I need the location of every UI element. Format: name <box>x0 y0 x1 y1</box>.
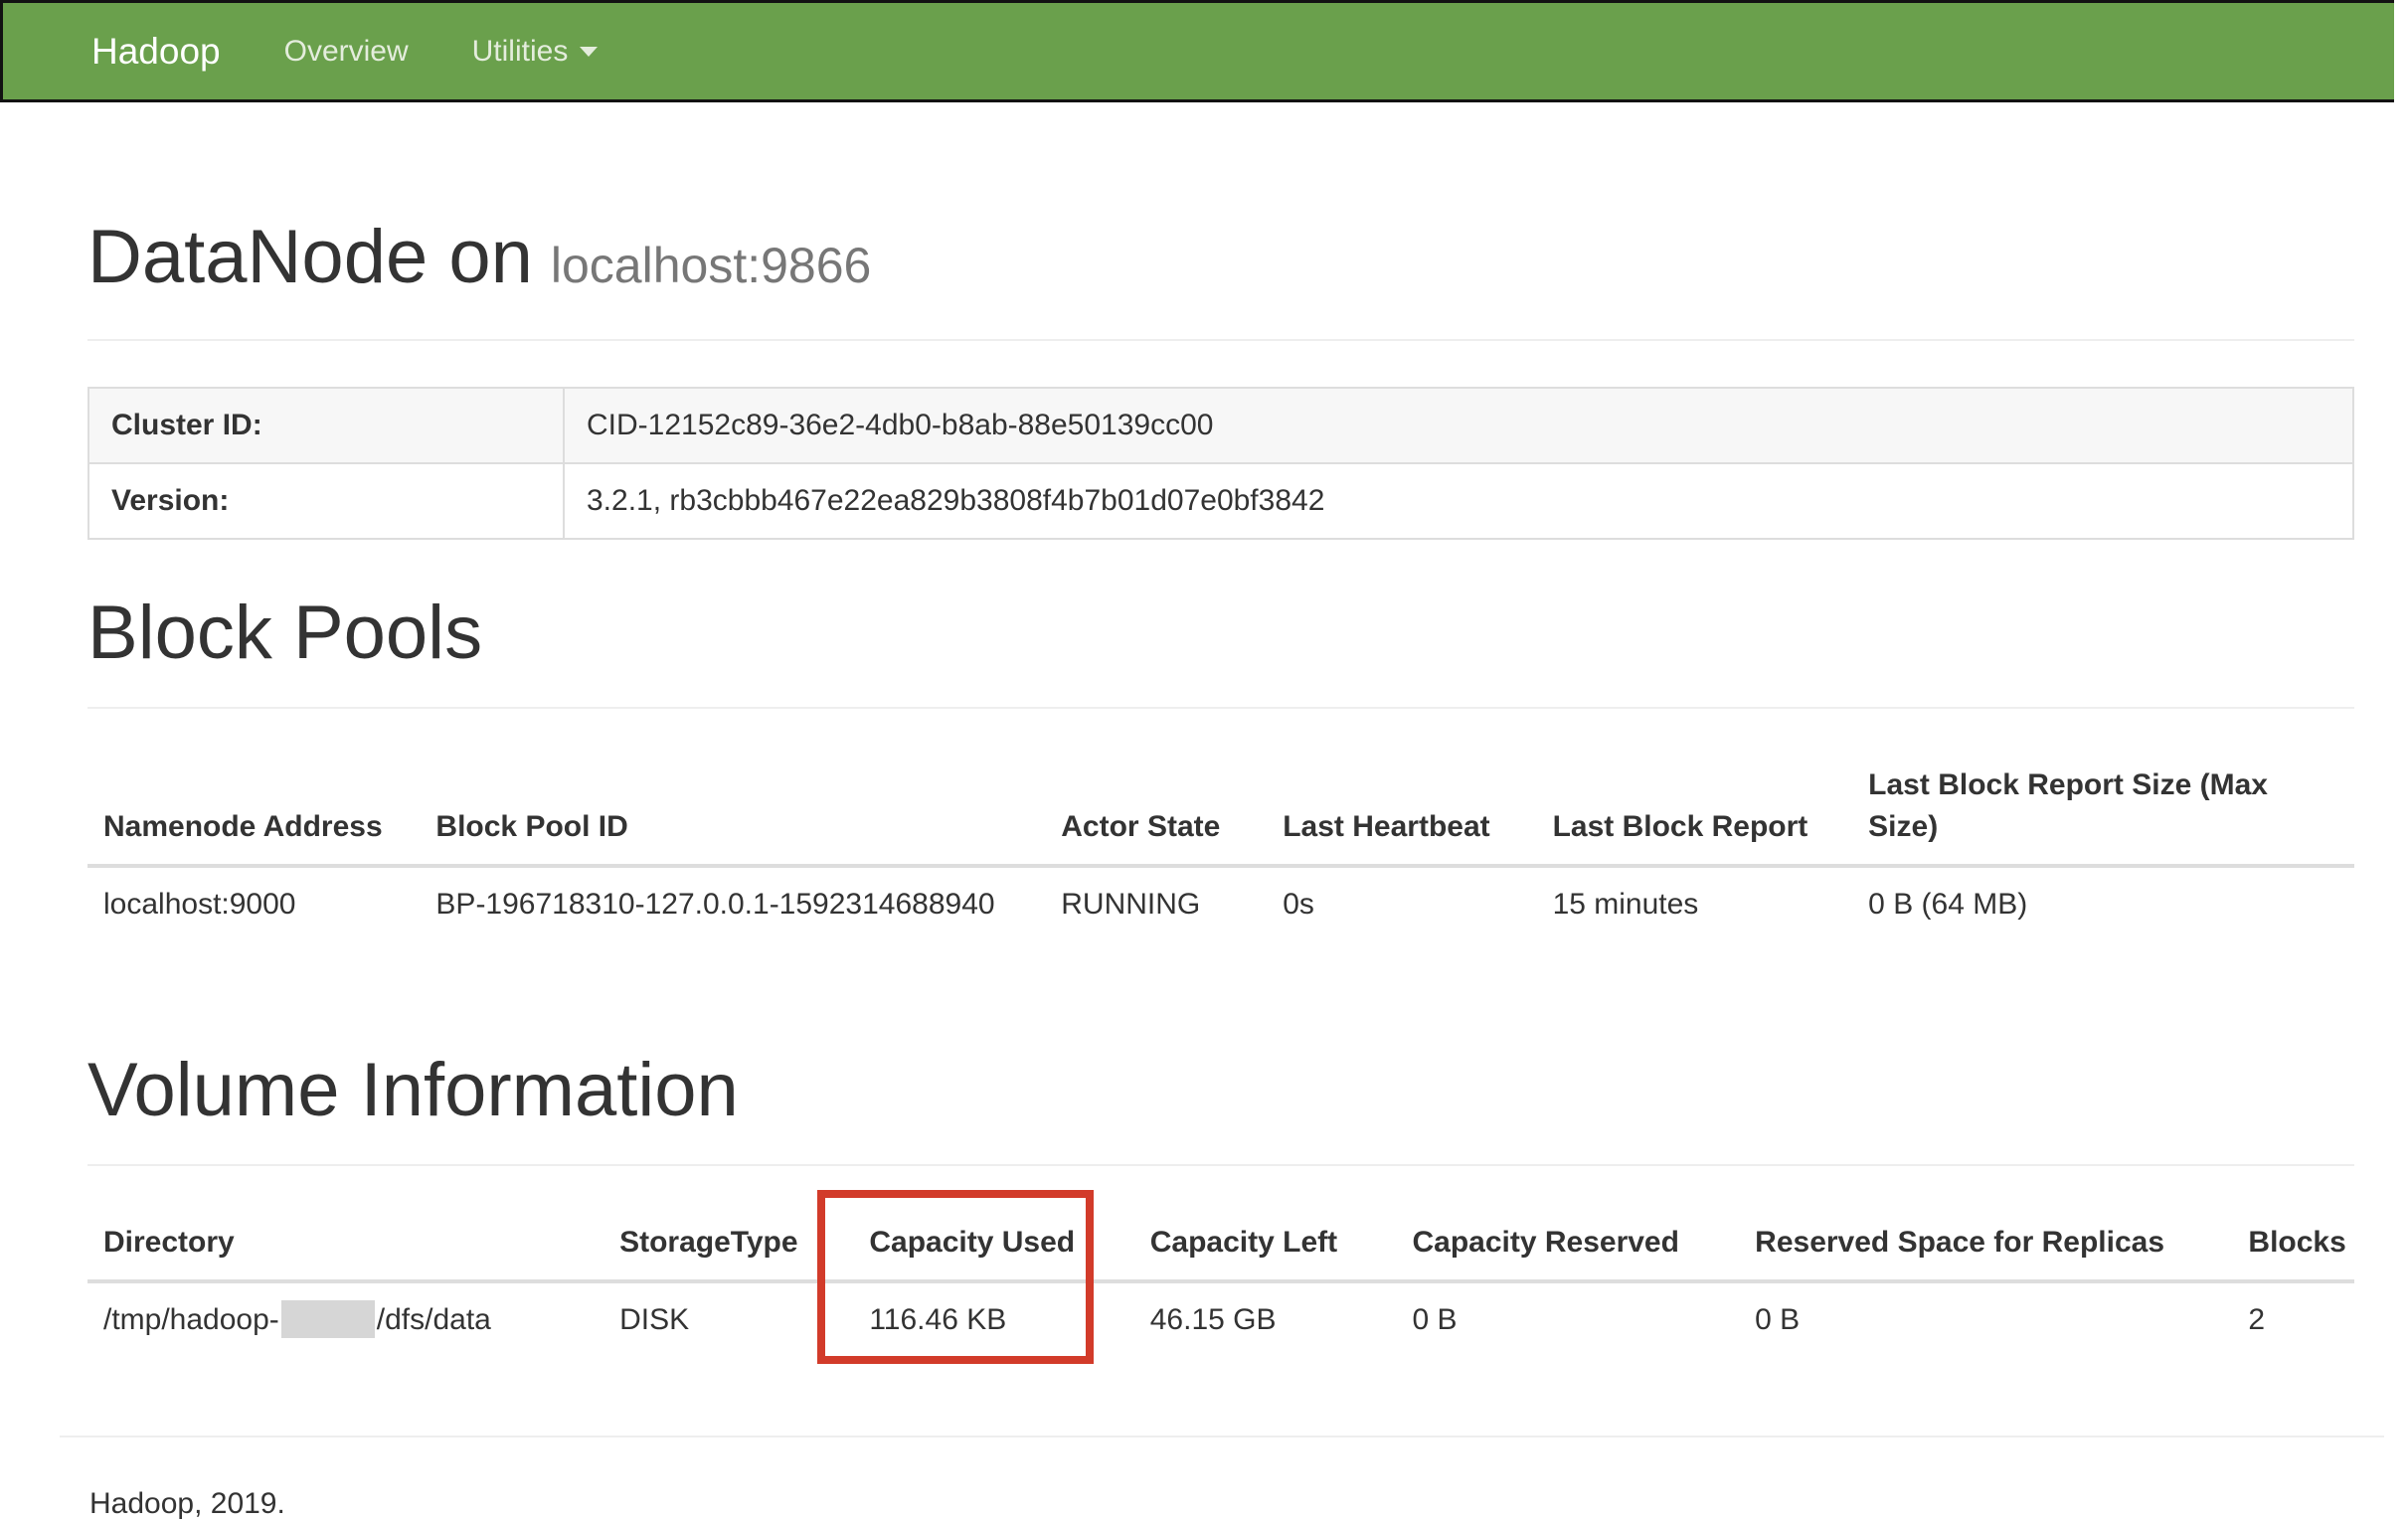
col-last-heartbeat: Last Heartbeat <box>1267 749 1536 866</box>
redaction-box <box>281 1300 375 1338</box>
cell-actor-state: RUNNING <box>1045 866 1267 941</box>
footer-divider <box>60 1436 2384 1437</box>
table-row: /tmp/hadoop- /dfs/data DISK 116.46 KB 46.… <box>87 1281 2354 1358</box>
cell-last-heartbeat: 0s <box>1267 866 1536 941</box>
cell-storage-type: DISK <box>603 1281 853 1358</box>
nav-item-overview[interactable]: Overview <box>284 35 409 69</box>
cell-block-pool-id: BP-196718310-127.0.0.1-1592314688940 <box>420 866 1045 941</box>
table-header-row: Namenode Address Block Pool ID Actor Sta… <box>87 749 2354 866</box>
page-title-text: DataNode on <box>87 215 533 299</box>
table-row: Cluster ID: CID-12152c89-36e2-4db0-b8ab-… <box>88 388 2353 463</box>
volume-information-heading: Volume Information <box>87 1051 2354 1130</box>
page-content: DataNode on localhost:9866 Cluster ID: CI… <box>0 218 2408 1521</box>
page-title: DataNode on localhost:9866 <box>87 218 2354 305</box>
version-label: Version: <box>88 463 564 539</box>
table-row: localhost:9000 BP-196718310-127.0.0.1-15… <box>87 866 2354 941</box>
col-reserved-space-for-replicas: Reserved Space for Replicas <box>1739 1206 2232 1281</box>
block-pools-heading: Block Pools <box>87 593 2354 673</box>
navbar-brand-hadoop[interactable]: Hadoop <box>91 31 221 73</box>
col-block-pool-id: Block Pool ID <box>420 749 1045 866</box>
footer-text: Hadoop, 2019. <box>89 1487 2354 1521</box>
datanode-page-header: DataNode on localhost:9866 <box>87 218 2354 341</box>
nav-item-utilities-label: Utilities <box>472 35 569 69</box>
nav-item-utilities-dropdown[interactable]: Utilities <box>472 35 599 69</box>
cell-capacity-reserved: 0 B <box>1396 1281 1739 1358</box>
top-navbar: Hadoop Overview Utilities <box>0 0 2394 102</box>
cell-capacity-used: 116.46 KB <box>853 1281 1133 1358</box>
cluster-id-label: Cluster ID: <box>88 388 564 463</box>
block-pools-header: Block Pools <box>87 593 2354 709</box>
page-title-host: localhost:9866 <box>551 238 871 293</box>
version-value: 3.2.1, rb3cbbb467e22ea829b3808f4b7b01d07… <box>564 463 2353 539</box>
block-pools-table: Namenode Address Block Pool ID Actor Sta… <box>87 749 2354 941</box>
directory-prefix: /tmp/hadoop- <box>103 1303 279 1336</box>
col-capacity-left: Capacity Left <box>1134 1206 1397 1281</box>
cell-reserved-space-for-replicas: 0 B <box>1739 1281 2232 1358</box>
volume-table-wrap: Directory StorageType Capacity Used Capa… <box>87 1206 2354 1358</box>
col-namenode-address: Namenode Address <box>87 749 420 866</box>
col-capacity-used: Capacity Used <box>853 1206 1133 1281</box>
volume-information-table: Directory StorageType Capacity Used Capa… <box>87 1206 2354 1358</box>
cell-capacity-left: 46.15 GB <box>1134 1281 1397 1358</box>
cluster-info-table: Cluster ID: CID-12152c89-36e2-4db0-b8ab-… <box>87 387 2354 540</box>
cell-directory: /tmp/hadoop- /dfs/data <box>87 1281 603 1358</box>
volume-information-header: Volume Information <box>87 1051 2354 1166</box>
col-capacity-reserved: Capacity Reserved <box>1396 1206 1739 1281</box>
directory-suffix: /dfs/data <box>377 1303 491 1336</box>
chevron-down-icon <box>580 47 598 57</box>
col-last-block-report: Last Block Report <box>1537 749 1853 866</box>
col-storage-type: StorageType <box>603 1206 853 1281</box>
cell-last-block-report-size: 0 B (64 MB) <box>1852 866 2354 941</box>
cluster-id-value: CID-12152c89-36e2-4db0-b8ab-88e50139cc00 <box>564 388 2353 463</box>
cell-namenode-address: localhost:9000 <box>87 866 420 941</box>
cell-blocks: 2 <box>2232 1281 2354 1358</box>
col-actor-state: Actor State <box>1045 749 1267 866</box>
col-last-block-report-size: Last Block Report Size (Max Size) <box>1852 749 2354 866</box>
table-row: Version: 3.2.1, rb3cbbb467e22ea829b3808f… <box>88 463 2353 539</box>
cell-last-block-report: 15 minutes <box>1537 866 1853 941</box>
col-blocks: Blocks <box>2232 1206 2354 1281</box>
col-directory: Directory <box>87 1206 603 1281</box>
table-header-row: Directory StorageType Capacity Used Capa… <box>87 1206 2354 1281</box>
